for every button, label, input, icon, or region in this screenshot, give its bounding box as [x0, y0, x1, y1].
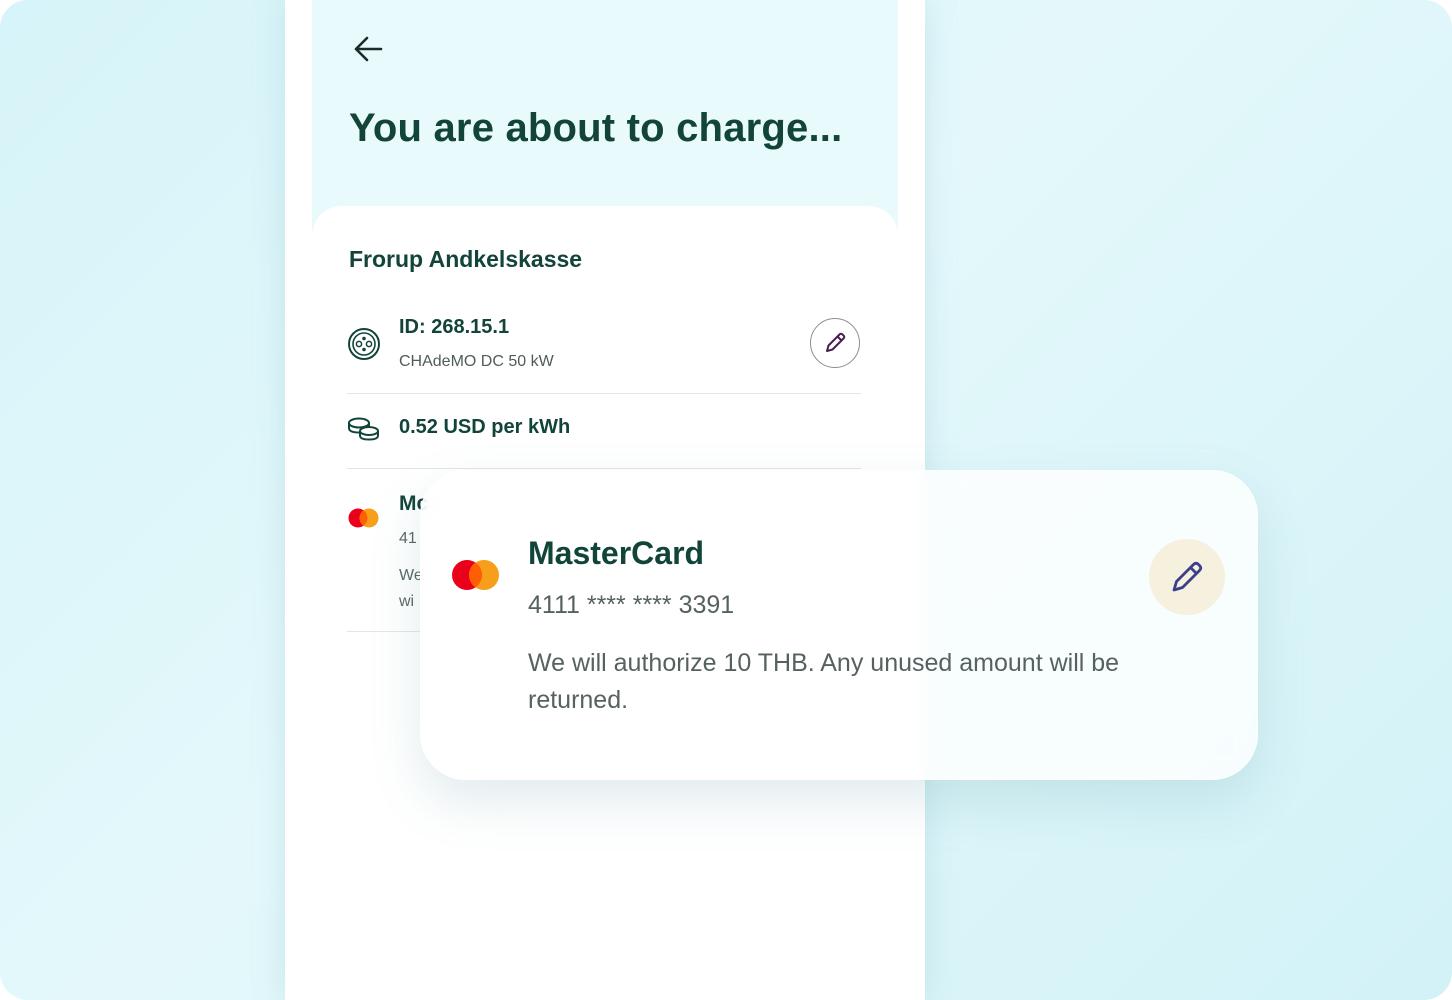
- payment-card-number: 41: [399, 530, 417, 547]
- authorization-note: We will authorize 10 THB. Any unused amo…: [528, 649, 1120, 714]
- pencil-icon: [826, 332, 846, 352]
- mastercard-logo-icon: [452, 560, 499, 590]
- arrow-left-icon: [354, 36, 383, 62]
- card-brand-title: MasterCard: [528, 535, 705, 571]
- payment-note-line: wi: [399, 593, 415, 610]
- mastercard-logo-icon: [348, 508, 379, 528]
- coins-icon: [348, 417, 379, 441]
- chademo-connector-icon: [348, 328, 380, 360]
- card-number: 4111 **** **** 3391: [528, 591, 735, 619]
- connector-type: CHAdeMO DC 50 kW: [399, 353, 554, 370]
- price-per-kwh: 0.52 USD per kWh: [399, 416, 571, 438]
- edit-payment-button[interactable]: [1149, 539, 1225, 615]
- edit-connector-button[interactable]: [810, 318, 860, 368]
- pencil-icon: [1172, 561, 1203, 592]
- divider: [347, 393, 861, 394]
- back-button[interactable]: [349, 30, 389, 70]
- station-name: Frorup Andkelskasse: [349, 246, 583, 272]
- page-title: You are about to charge...: [349, 106, 843, 150]
- background-stage: You are about to charge... Frorup Andkel…: [0, 0, 1452, 1000]
- divider: [347, 468, 861, 469]
- payment-method-card[interactable]: MasterCard 4111 **** **** 3391 We will a…: [420, 470, 1258, 780]
- connector-id: ID: 268.15.1: [399, 316, 510, 338]
